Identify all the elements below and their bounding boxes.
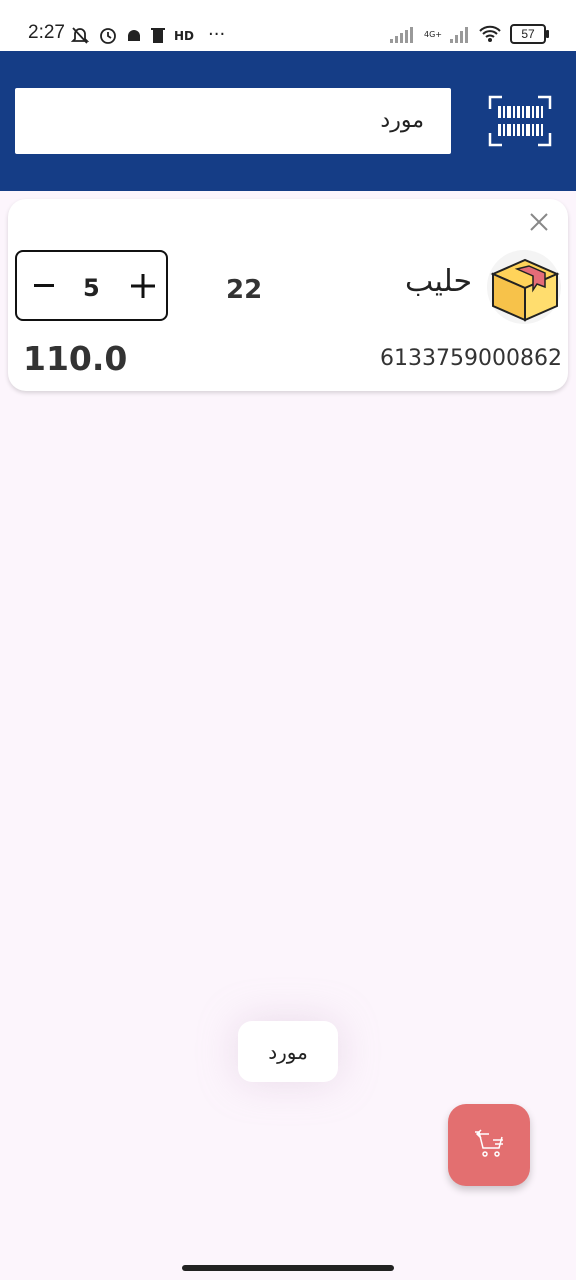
minus-icon[interactable] [33,274,55,296]
home-indicator[interactable] [182,1265,394,1271]
signal-icon-2 [450,27,468,43]
svg-text:HD: HD [174,29,194,42]
quantity-value: 5 [83,274,100,302]
checkout-cart-button[interactable] [448,1104,530,1186]
trash-icon [151,27,165,43]
barcode-scanner-icon[interactable] [488,95,552,147]
mosque-icon [128,29,140,41]
alarm-icon [100,27,116,44]
product-image [487,250,561,324]
package-box-icon [490,258,560,322]
close-icon[interactable] [528,211,550,233]
stock-count: 22 [226,275,263,305]
status-bar: 2:27 HD ··· 4G+ 57 [0,0,576,51]
supplier-chip-label: مورد [268,1040,308,1064]
status-left-icons: HD ··· [70,24,225,45]
network-type-label: 4G+ [424,29,442,39]
wifi-icon [479,25,501,42]
line-total: 110.0 [23,339,128,378]
product-name: حليب [405,264,472,299]
more-notifications-dots: ··· [208,24,226,45]
product-barcode: 6133759000862 [380,346,562,371]
hd-icon: HD [174,29,194,42]
status-right-icons: 4G+ 57 [390,24,549,44]
signal-icon [390,27,413,43]
quantity-stepper: 5 [15,250,168,321]
status-time: 2:27 [28,22,65,43]
cart-arrow-icon [475,1129,503,1157]
muted-bell-icon [70,26,90,44]
search-input-value: مورد [380,108,424,133]
plus-icon[interactable] [130,273,156,299]
battery-icon: 57 [510,24,549,44]
supplier-chip[interactable]: مورد [238,1021,338,1082]
search-input[interactable]: مورد [15,88,451,154]
